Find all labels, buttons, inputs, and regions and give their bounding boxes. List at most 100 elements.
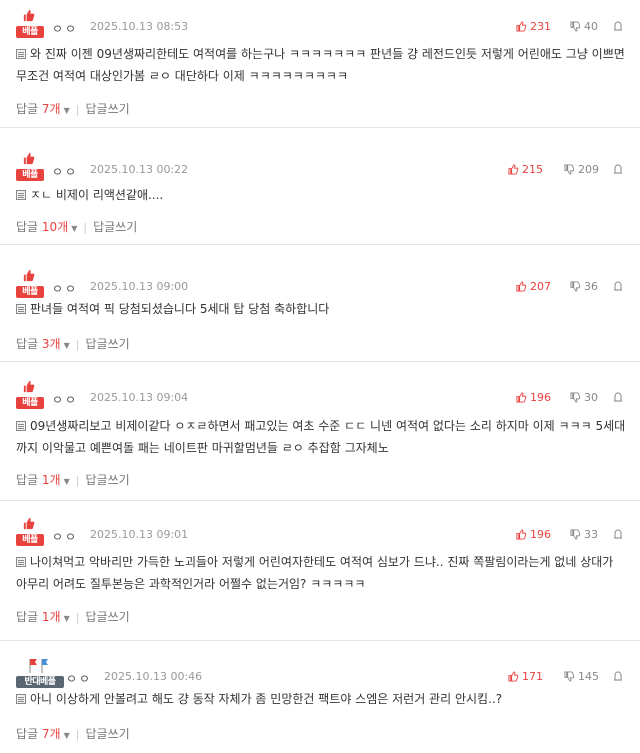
comment-body: 와 진짜 이젠 09년생짜리한테도 여적여를 하는구나 ㅋㅋㅋㅋㅋㅋㅋ 판년들 … [16, 47, 625, 83]
report-icon[interactable] [612, 528, 624, 540]
memo-icon [16, 421, 26, 431]
comment-item: 반대베플 ㅇㅇ 2025.10.13 00:46 171 145 아니 이상하게… [0, 640, 640, 753]
write-reply-link[interactable]: 답글쓰기 [85, 727, 129, 741]
comment-body: 판녀들 여적여 픽 당첨되셨습니다 5세대 탑 당첨 축하합니다 [30, 302, 330, 316]
downvote-count: 33 [584, 528, 598, 541]
upvote-button[interactable]: 171 [508, 670, 543, 683]
reply-label: 답글 [16, 473, 39, 487]
divider: | [75, 611, 80, 624]
downvote-button[interactable]: 30 [570, 391, 598, 404]
downvote-count: 30 [584, 391, 598, 404]
downvote-count: 36 [584, 280, 598, 293]
reply-toggle[interactable]: 답글 7개 ▼ [16, 727, 70, 741]
downvote-count: 145 [578, 670, 599, 683]
upvote-button[interactable]: 215 [508, 163, 543, 176]
comment-item: 베플 ㅇㅇ 2025.10.13 08:53 231 40 와 진짜 이젠 09… [0, 0, 640, 128]
nickname[interactable]: ㅇㅇ [52, 391, 78, 408]
comment-footer: 답글 7개 ▼ | 답글쓰기 [16, 100, 130, 117]
nickname[interactable]: ㅇㅇ [52, 528, 78, 545]
caret-down-icon: ▼ [63, 106, 70, 115]
upvote-button[interactable]: 196 [516, 528, 551, 541]
memo-icon [16, 49, 26, 59]
write-reply-link[interactable]: 답글쓰기 [85, 610, 129, 624]
upvote-count: 207 [530, 280, 551, 293]
divider: | [75, 728, 80, 741]
upvote-button[interactable]: 231 [516, 20, 551, 33]
thumbs-down-icon [564, 671, 575, 682]
divider: | [83, 221, 88, 234]
report-icon[interactable] [612, 670, 624, 682]
upvote-count: 196 [530, 391, 551, 404]
downvote-button[interactable]: 40 [570, 20, 598, 33]
thumbs-down-icon [570, 21, 581, 32]
reply-label: 답글 [16, 220, 39, 234]
thumbs-down-icon [570, 529, 581, 540]
badge-label: 베플 [16, 26, 44, 38]
write-reply-link[interactable]: 답글쓰기 [85, 337, 129, 351]
reply-count: 1개 [41, 473, 61, 487]
downvote-button[interactable]: 33 [570, 528, 598, 541]
nickname[interactable]: ㅇㅇ [52, 163, 78, 180]
nickname[interactable]: ㅇㅇ [52, 280, 78, 297]
reply-label: 답글 [16, 610, 39, 624]
best-badge: 베플 [16, 266, 48, 298]
comment-item: 베플 ㅇㅇ 2025.10.13 09:00 207 36 판녀들 여적여 픽 … [0, 244, 640, 362]
comment-meta: 베플 ㅇㅇ 2025.10.13 00:22 215 209 [16, 149, 624, 181]
comment-footer: 답글 1개 ▼ | 답글쓰기 [16, 471, 130, 488]
downvote-button[interactable]: 145 [564, 670, 599, 683]
comment-footer: 답글 3개 ▼ | 답글쓰기 [16, 335, 130, 352]
write-reply-link[interactable]: 답글쓰기 [85, 473, 129, 487]
thumbs-up-icon [516, 392, 527, 403]
write-reply-link[interactable]: 답글쓰기 [85, 102, 129, 116]
thumbs-up-icon [23, 9, 35, 22]
comment-body: 나이쳐먹고 악바리만 가득한 노괴들아 저렇게 어린여자한테도 여적여 심보가 … [16, 555, 614, 591]
report-icon[interactable] [612, 163, 624, 175]
upvote-count: 215 [522, 163, 543, 176]
nickname[interactable]: ㅇㅇ [66, 670, 92, 687]
thumbs-up-icon [23, 269, 35, 282]
comment-date: 2025.10.13 09:01 [90, 528, 189, 541]
thumbs-up-icon [508, 671, 519, 682]
comment-date: 2025.10.13 09:04 [90, 391, 189, 404]
comment-text: 아니 이상하게 안볼려고 해도 걍 동작 자체가 좀 민망한건 팩트야 스엠은 … [16, 688, 628, 710]
upvote-count: 171 [522, 670, 543, 683]
downvote-button[interactable]: 36 [570, 280, 598, 293]
reply-toggle[interactable]: 답글 1개 ▼ [16, 473, 70, 487]
comment-meta: 베플 ㅇㅇ 2025.10.13 09:01 196 33 [16, 514, 624, 546]
reply-label: 답글 [16, 102, 39, 116]
comment-footer: 답글 10개 ▼ | 답글쓰기 [16, 218, 137, 235]
comment-body: 아니 이상하게 안볼려고 해도 걍 동작 자체가 좀 민망한건 팩트야 스엠은 … [30, 692, 503, 706]
flags-icon [29, 659, 48, 673]
reply-count: 7개 [41, 102, 61, 116]
comment-meta: 베플 ㅇㅇ 2025.10.13 09:04 196 30 [16, 377, 624, 409]
reply-toggle[interactable]: 답글 1개 ▼ [16, 610, 70, 624]
reply-toggle[interactable]: 답글 3개 ▼ [16, 337, 70, 351]
badge-label: 베플 [16, 397, 44, 409]
comment-item: 베플 ㅇㅇ 2025.10.13 09:01 196 33 나이쳐먹고 악바리만… [0, 500, 640, 641]
comment-body: 09년생짜리보고 비제이같다 ㅇㅈㄹ하면서 패고있는 여초 수준 ㄷㄷ 니넨 여… [16, 419, 626, 455]
thumbs-up-icon [23, 152, 35, 165]
comment-item: 베플 ㅇㅇ 2025.10.13 09:04 196 30 09년생짜리보고 비… [0, 361, 640, 501]
report-icon[interactable] [612, 20, 624, 32]
comment-date: 2025.10.13 00:22 [90, 163, 189, 176]
reply-toggle[interactable]: 답글 10개 ▼ [16, 220, 77, 234]
upvote-button[interactable]: 207 [516, 280, 551, 293]
upvote-button[interactable]: 196 [516, 391, 551, 404]
caret-down-icon: ▼ [63, 731, 70, 740]
report-icon[interactable] [612, 391, 624, 403]
comment-body: ㅈㄴ 비제이 리액션같애.... [30, 188, 164, 202]
report-icon[interactable] [612, 280, 624, 292]
best-badge: 베플 [16, 149, 48, 181]
comment-text: 판녀들 여적여 픽 당첨되셨습니다 5세대 탑 당첨 축하합니다 [16, 298, 628, 320]
comment-footer: 답글 1개 ▼ | 답글쓰기 [16, 608, 130, 625]
thumbs-up-icon [516, 21, 527, 32]
nickname[interactable]: ㅇㅇ [52, 20, 78, 37]
memo-icon [16, 694, 26, 704]
caret-down-icon: ▼ [63, 477, 70, 486]
write-reply-link[interactable]: 답글쓰기 [93, 220, 137, 234]
reply-count: 1개 [41, 610, 61, 624]
downvote-button[interactable]: 209 [564, 163, 599, 176]
divider: | [75, 103, 80, 116]
reply-toggle[interactable]: 답글 7개 ▼ [16, 102, 70, 116]
comment-date: 2025.10.13 00:46 [104, 670, 203, 683]
